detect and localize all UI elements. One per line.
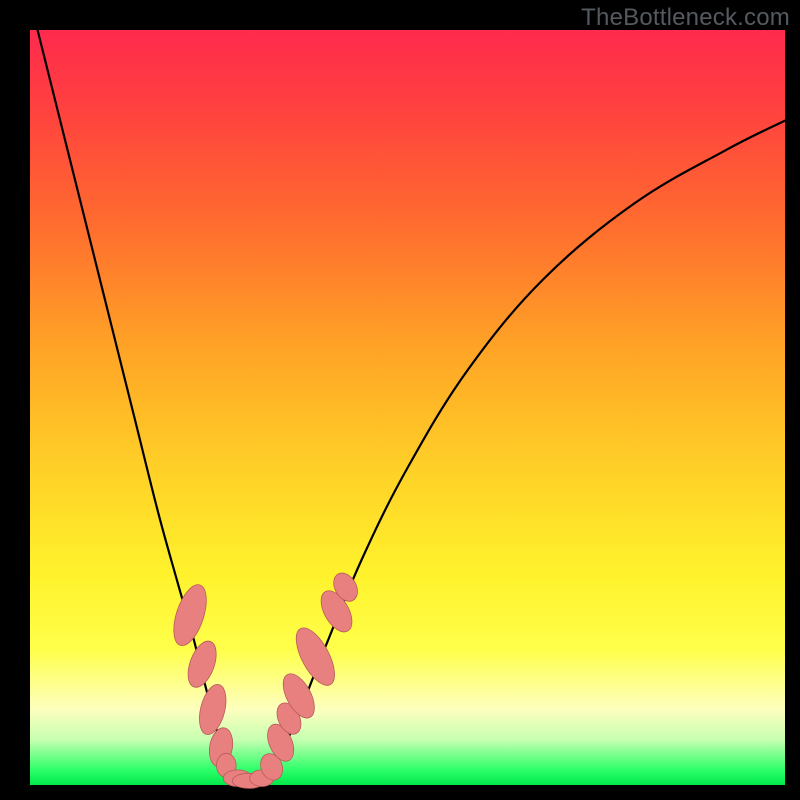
chart-svg: [30, 30, 785, 785]
curve-markers: [167, 569, 362, 789]
curve-marker: [167, 581, 212, 650]
bottleneck-curve: [38, 30, 785, 784]
curve-marker: [183, 637, 222, 691]
watermark-text: TheBottleneck.com: [581, 4, 790, 32]
chart-frame: TheBottleneck.com: [0, 0, 800, 800]
plot-area: [30, 30, 785, 785]
